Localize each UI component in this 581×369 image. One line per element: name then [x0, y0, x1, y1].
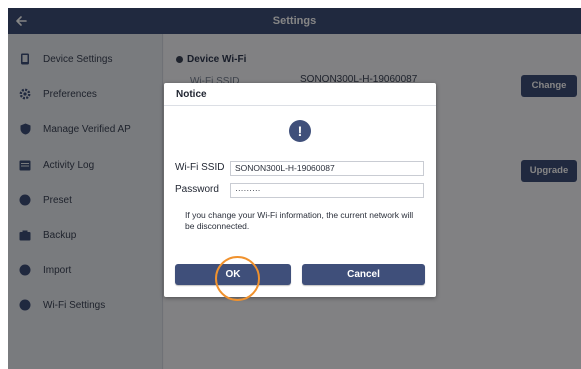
info-icon: !: [289, 120, 311, 142]
notice-dialog: Notice ! Wi-Fi SSID SONON300L-H-19060087…: [164, 83, 436, 297]
warning-message: If you change your Wi-Fi information, th…: [185, 210, 414, 231]
ssid-input[interactable]: SONON300L-H-19060087: [230, 161, 424, 176]
dialog-divider: [164, 105, 436, 106]
ssid-label: Wi-Fi SSID: [175, 162, 225, 173]
password-input[interactable]: ·········: [230, 183, 424, 198]
cancel-button[interactable]: Cancel: [302, 264, 425, 285]
dialog-title: Notice: [176, 89, 207, 100]
highlight-ring: [215, 256, 260, 301]
password-label: Password: [175, 184, 219, 195]
